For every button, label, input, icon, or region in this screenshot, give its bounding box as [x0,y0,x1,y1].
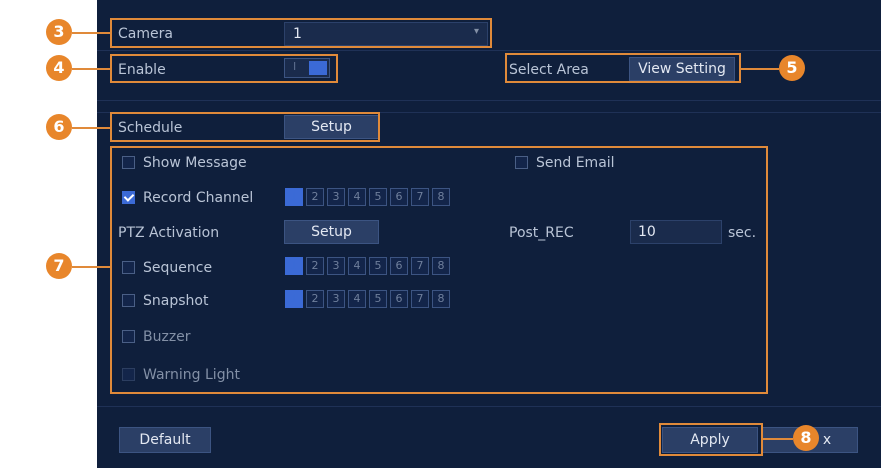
callout-line [72,68,110,70]
channel-box[interactable]: 3 [327,257,345,275]
channel-box[interactable]: 1 [285,290,303,308]
camera-label: Camera [118,26,173,42]
camera-select[interactable]: 1 ▾ [284,22,488,46]
channel-box[interactable]: 4 [348,257,366,275]
divider [97,50,881,51]
channel-box[interactable]: 8 [432,188,450,206]
channel-box[interactable]: 7 [411,290,429,308]
show-message-label: Show Message [143,155,247,171]
record-channel-selector: 1 2 3 4 5 6 7 8 [285,188,450,206]
channel-box[interactable]: 4 [348,290,366,308]
warning-light-label: Warning Light [143,367,240,383]
sequence-checkbox[interactable] [122,261,135,274]
snapshot-label: Snapshot [143,293,209,309]
buzzer-label: Buzzer [143,329,191,345]
apply-button[interactable]: Apply [662,427,758,453]
snapshot-channel-selector: 1 2 3 4 5 6 7 8 [285,290,450,308]
schedule-label: Schedule [118,120,183,136]
callout-badge-5: 5 [779,55,805,81]
channel-box[interactable]: 3 [327,188,345,206]
show-message-checkbox[interactable] [122,156,135,169]
callout-line [741,68,779,70]
channel-box[interactable]: 2 [306,257,324,275]
ptz-setup-button[interactable]: Setup [284,220,379,244]
post-rec-unit: sec. [728,225,757,241]
channel-box[interactable]: 1 [285,188,303,206]
sequence-channel-selector: 1 2 3 4 5 6 7 8 [285,257,450,275]
channel-box[interactable]: 8 [432,290,450,308]
divider [97,100,881,101]
channel-box[interactable]: 5 [369,188,387,206]
callout-line [763,438,793,440]
sequence-label: Sequence [143,260,213,276]
schedule-setup-button[interactable]: Setup [284,115,379,139]
callout-badge-4: 4 [46,55,72,81]
channel-box[interactable]: 3 [327,290,345,308]
channel-box[interactable]: 6 [390,188,408,206]
enable-toggle[interactable]: I [284,58,330,78]
channel-box[interactable]: 5 [369,290,387,308]
callout-line [72,266,110,268]
channel-box[interactable]: 2 [306,188,324,206]
camera-select-value: 1 [293,26,302,42]
buzzer-checkbox[interactable] [122,330,135,343]
channel-box[interactable]: 2 [306,290,324,308]
chevron-down-icon: ▾ [473,26,479,37]
channel-box[interactable]: 1 [285,257,303,275]
toggle-knob [309,61,327,75]
channel-box[interactable]: 4 [348,188,366,206]
callout-badge-6: 6 [46,114,72,140]
channel-box[interactable]: 7 [411,188,429,206]
record-channel-checkbox[interactable] [122,191,135,204]
ptz-activation-label: PTZ Activation [118,225,220,241]
channel-box[interactable]: 6 [390,257,408,275]
channel-box[interactable]: 5 [369,257,387,275]
callout-badge-3: 3 [46,19,72,45]
callout-badge-7: 7 [46,253,72,279]
channel-box[interactable]: 8 [432,257,450,275]
enable-label: Enable [118,62,166,78]
callout-badge-8: 8 [793,425,819,451]
callout-line [72,127,110,129]
send-email-label: Send Email [536,155,615,171]
record-channel-label: Record Channel [143,190,254,206]
select-area-label: Select Area [509,62,589,78]
view-setting-button[interactable]: View Setting [629,57,735,81]
divider [97,406,881,407]
snapshot-checkbox[interactable] [122,294,135,307]
default-button[interactable]: Default [119,427,211,453]
callout-line [72,32,110,34]
warning-light-checkbox[interactable] [122,368,135,381]
post-rec-input[interactable]: 10 [630,220,722,244]
channel-box[interactable]: 6 [390,290,408,308]
send-email-checkbox[interactable] [515,156,528,169]
divider [97,112,881,113]
motion-settings-panel: Camera 1 ▾ Enable I Select Area View Set… [97,0,881,468]
channel-box[interactable]: 7 [411,257,429,275]
toggle-mark: I [293,60,297,73]
post-rec-label: Post_REC [509,225,574,241]
